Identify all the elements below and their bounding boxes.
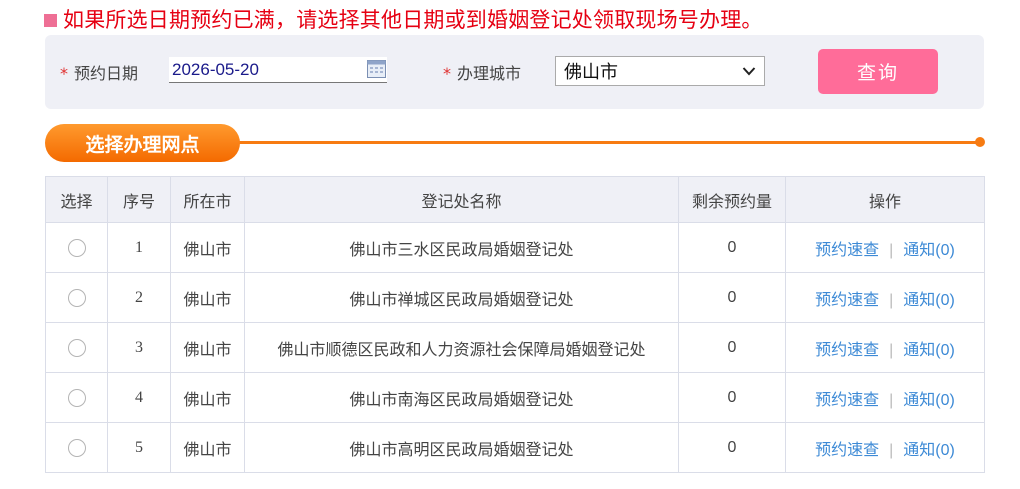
row-remaining: 0 [678,422,786,473]
quick-check-link[interactable]: 预约速查 [815,392,879,409]
col-header-remaining: 剩余预约量 [678,176,786,223]
quick-check-link[interactable]: 预约速查 [815,292,879,309]
quick-check-link[interactable]: 预约速查 [815,442,879,459]
calendar-icon[interactable] [367,59,386,78]
row-city: 佛山市 [170,222,245,273]
table-header-row: 选择 序号 所在市 登记处名称 剩余预约量 操作 [45,176,985,223]
row-select-radio[interactable] [67,239,86,258]
row-remaining: 0 [678,372,786,423]
notify-link[interactable]: 通知(0) [903,392,955,409]
row-index: 5 [107,422,171,473]
col-header-select: 选择 [45,176,108,223]
row-actions: 预约速查 | 通知(0) [785,322,985,373]
row-actions: 预约速查 | 通知(0) [785,372,985,423]
row-select-radio[interactable] [67,339,86,358]
table-row: 1 佛山市 佛山市三水区民政局婚姻登记处 0 预约速查 | 通知(0) [45,222,985,273]
row-select-radio[interactable] [67,289,86,308]
notice-banner: 如果所选日期预约已满，请选择其他日期或到婚姻登记处领取现场号办理。 [44,4,763,34]
row-city: 佛山市 [170,322,245,373]
action-separator: | [889,441,894,459]
section-header: 选择办理网点 [45,124,985,162]
row-city: 佛山市 [170,372,245,423]
required-mark: * [60,64,68,83]
table-row: 5 佛山市 佛山市高明区民政局婚姻登记处 0 预约速查 | 通知(0) [45,422,985,473]
section-divider [235,141,977,144]
city-select[interactable]: 佛山市 [555,56,765,86]
notify-link[interactable]: 通知(0) [903,242,955,259]
row-office-name: 佛山市三水区民政局婚姻登记处 [244,222,679,273]
table-row: 3 佛山市 佛山市顺德区民政和人力资源社会保障局婚姻登记处 0 预约速查 | 通知(… [45,322,985,373]
row-actions: 预约速查 | 通知(0) [785,272,985,323]
required-mark: * [443,64,451,83]
row-index: 3 [107,322,171,373]
query-button[interactable]: 查询 [818,49,938,94]
row-index: 1 [107,222,171,273]
row-index: 4 [107,372,171,423]
table-row: 2 佛山市 佛山市禅城区民政局婚姻登记处 0 预约速查 | 通知(0) [45,272,985,323]
action-separator: | [889,291,894,309]
action-separator: | [889,391,894,409]
row-remaining: 0 [678,222,786,273]
date-label: * 预约日期 [60,64,139,83]
action-separator: | [889,241,894,259]
notify-link[interactable]: 通知(0) [903,442,955,459]
notice-square-icon [44,13,57,27]
col-header-actions: 操作 [785,176,985,223]
city-label: * 办理城市 [443,64,522,83]
row-city: 佛山市 [170,272,245,323]
row-remaining: 0 [678,322,786,373]
row-select-radio[interactable] [67,389,86,408]
row-select-radio[interactable] [67,439,86,458]
city-select-value: 佛山市 [564,62,618,83]
date-value: 2026-05-20 [172,59,259,79]
action-separator: | [889,341,894,359]
col-header-city: 所在市 [170,176,245,223]
row-remaining: 0 [678,272,786,323]
col-header-index: 序号 [107,176,171,223]
search-panel: * 预约日期 2026-05-20 * 办理城市 佛山市 查询 [45,35,984,109]
row-actions: 预约速查 | 通知(0) [785,422,985,473]
table-row: 4 佛山市 佛山市南海区民政局婚姻登记处 0 预约速查 | 通知(0) [45,372,985,423]
row-office-name: 佛山市顺德区民政和人力资源社会保障局婚姻登记处 [244,322,679,373]
col-header-office: 登记处名称 [244,176,679,223]
date-input[interactable]: 2026-05-20 [169,57,387,83]
notify-link[interactable]: 通知(0) [903,292,955,309]
quick-check-link[interactable]: 预约速查 [815,242,879,259]
chevron-down-icon [742,67,756,76]
row-office-name: 佛山市禅城区民政局婚姻登记处 [244,272,679,323]
quick-check-link[interactable]: 预约速查 [815,342,879,359]
notice-text: 如果所选日期预约已满，请选择其他日期或到婚姻登记处领取现场号办理。 [63,8,763,32]
row-city: 佛山市 [170,422,245,473]
row-actions: 预约速查 | 通知(0) [785,222,985,273]
notify-link[interactable]: 通知(0) [903,342,955,359]
office-table: 选择 序号 所在市 登记处名称 剩余预约量 操作 1 佛山市 佛山市三水区民政局… [45,176,985,473]
row-office-name: 佛山市高明区民政局婚姻登记处 [244,422,679,473]
section-title: 选择办理网点 [45,124,240,162]
row-office-name: 佛山市南海区民政局婚姻登记处 [244,372,679,423]
row-index: 2 [107,272,171,323]
section-dot [975,137,985,147]
